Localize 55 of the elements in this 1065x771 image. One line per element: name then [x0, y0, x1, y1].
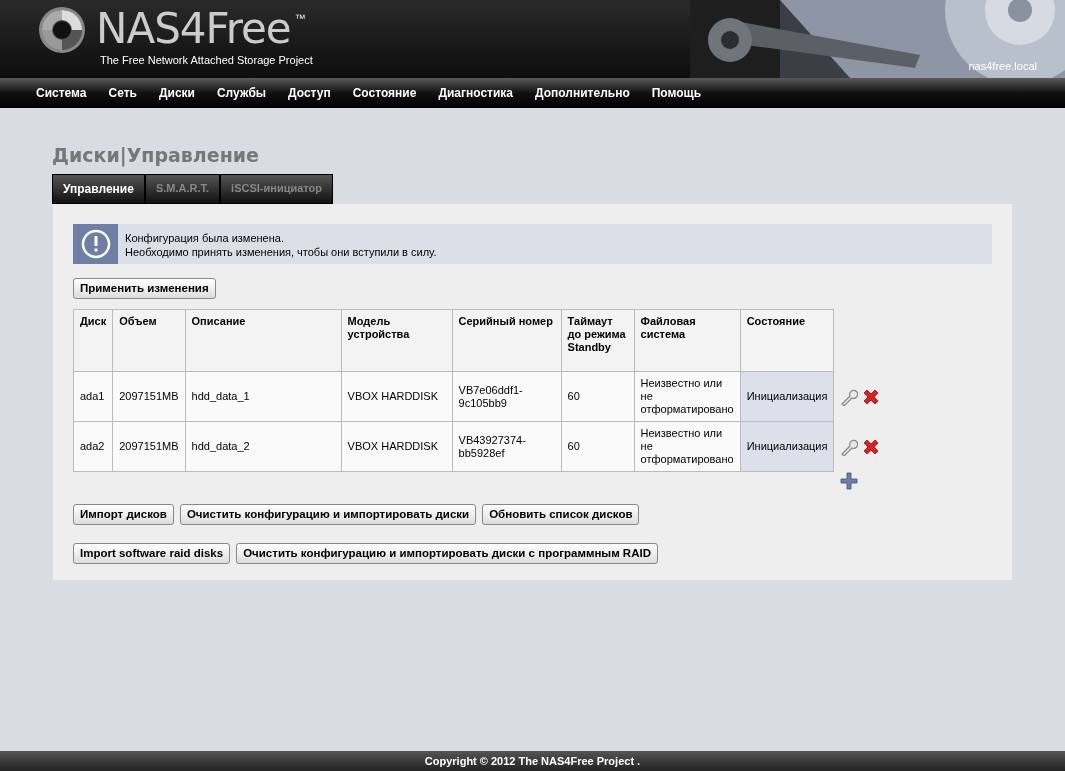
footer-text: Copyright © 2012 The NAS4Free Project . [0, 751, 1065, 771]
menu-item[interactable]: Диски [158, 84, 195, 102]
column-header: Описание [185, 309, 342, 372]
delete-icon[interactable] [861, 437, 880, 456]
exclamation-icon [80, 229, 111, 259]
table-cell: VBOX HARDDISK [341, 371, 453, 422]
table-cell: VB7e06ddf1-9c105bb9 [452, 371, 562, 422]
action-button[interactable]: Очистить конфигурацию и импортировать диски с программным RAID [236, 543, 658, 565]
table-cell: hdd_data_2 [185, 421, 342, 472]
menu-item[interactable]: Состояние [352, 84, 417, 102]
action-button[interactable]: Import software raid disks [73, 543, 231, 565]
notice-text: Конфигурация была изменена. [125, 231, 285, 245]
table-cell: ada2 [73, 421, 113, 472]
menu-item[interactable]: Сеть [108, 84, 137, 102]
apply-changes-button[interactable]: Применить изменения [73, 278, 216, 300]
trademark-sign: ™ [294, 11, 306, 26]
table-cell: Неизвестно или не отформатировано [634, 421, 741, 472]
table-cell: Инициализация [740, 421, 834, 472]
add-icon[interactable] [840, 471, 858, 490]
action-button[interactable]: Очистить конфигурацию и импортировать диски [179, 503, 477, 526]
menu-item[interactable]: Дополнительно [535, 84, 630, 102]
menu-item[interactable]: Доступ [288, 84, 331, 102]
table-cell: hdd_data_1 [185, 371, 342, 422]
table-cell: Неизвестно или не отформатировано [634, 371, 741, 422]
wrench-icon[interactable] [840, 387, 859, 406]
notice-text: Необходимо принять изменения, чтобы они вступили в силу. [125, 245, 437, 259]
column-header: Состояние [740, 309, 834, 372]
wrench-icon[interactable] [840, 437, 859, 456]
menu-item[interactable]: Службы [216, 84, 267, 102]
table-cell: 2097151MB [112, 371, 186, 422]
tagline: The Free Network Attached Storage Project [100, 53, 314, 68]
table-cell: 2097151MB [112, 421, 186, 472]
column-header: Серийный номер [452, 309, 562, 372]
delete-icon[interactable] [861, 387, 880, 406]
hostname: nas4free.local [968, 58, 1037, 74]
logo-text: NAS4Free [96, 4, 291, 54]
column-header: Диск [73, 309, 113, 372]
action-button[interactable]: Импорт дисков [73, 503, 174, 526]
menu-item[interactable]: Диагностика [438, 84, 514, 102]
table-cell: Инициализация [740, 371, 834, 422]
column-header: Таймаут до режима Standby [561, 309, 635, 372]
column-header: Файловая система [634, 309, 741, 372]
menu-item[interactable]: Помощь [651, 84, 702, 102]
column-header: Объем [112, 309, 186, 372]
table-cell: 60 [561, 371, 635, 422]
table-cell: ada1 [73, 371, 113, 422]
action-button[interactable]: Обновить список дисков [482, 503, 640, 526]
table-cell: VB43927374-bb5928ef [452, 421, 562, 472]
tab[interactable]: iSCSI-инициатор [220, 174, 333, 204]
table-cell: 60 [561, 421, 635, 472]
column-header: Модель устройства [341, 309, 453, 372]
tab[interactable]: Управление [52, 174, 145, 204]
table-cell: VBOX HARDDISK [341, 421, 453, 472]
page-title: Диски|Управление [52, 144, 260, 166]
menu-item[interactable]: Система [36, 84, 87, 102]
